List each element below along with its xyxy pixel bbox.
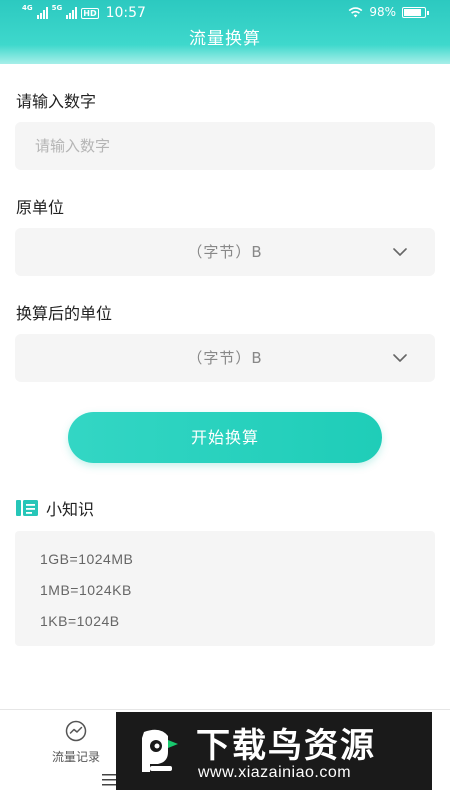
watermark-brand: 下载鸟资源: [196, 726, 376, 766]
number-label: 请输入数字: [16, 92, 97, 111]
chevron-down-icon: [393, 354, 407, 362]
number-field[interactable]: [15, 122, 435, 170]
convert-button[interactable]: 开始换算: [68, 412, 382, 463]
tips-box: 1GB=1024MB 1MB=1024KB 1KB=1024B: [15, 531, 435, 646]
signal-2-tag: 5G: [51, 4, 63, 12]
source-unit-select[interactable]: （字节）B: [15, 228, 435, 276]
source-unit-value: （字节）B: [187, 243, 263, 261]
signal-1-icon: [36, 7, 48, 19]
watermark-url: www.xiazainiao.com: [198, 764, 352, 781]
tab-label: 流量记录: [51, 750, 100, 764]
status-right: 98%: [348, 5, 429, 19]
bird-logo-icon: [130, 722, 188, 780]
signal-1-tag: 4G: [22, 4, 33, 12]
target-unit-label: 换算后的单位: [16, 304, 113, 323]
number-input[interactable]: [15, 122, 435, 170]
source-unit-label: 原单位: [16, 198, 65, 217]
tab-traffic-record[interactable]: 流量记录: [38, 720, 114, 765]
hd-badge: HD: [81, 7, 99, 19]
tip-item: 1MB=1024KB: [40, 582, 132, 598]
page-title: 流量换算: [189, 29, 261, 49]
chevron-down-icon: [393, 248, 407, 256]
signal-2-icon: [66, 7, 78, 19]
battery-icon: [402, 6, 429, 18]
chart-circle-icon: [65, 720, 87, 742]
battery-percent: 98%: [369, 5, 396, 19]
tip-item: 1GB=1024MB: [40, 551, 134, 567]
notebook-icon: [16, 500, 38, 516]
tips-title: 小知识: [46, 500, 95, 519]
target-unit-select[interactable]: （字节）B: [15, 334, 435, 382]
status-left: 4G 5G HD 10:57: [22, 4, 146, 22]
watermark-banner: 下载鸟资源 www.xiazainiao.com: [116, 712, 432, 790]
status-bar: 4G 5G HD 10:57 98%: [0, 0, 450, 26]
tips-header: 小知识: [16, 496, 94, 520]
tip-item: 1KB=1024B: [40, 613, 120, 629]
app-header: 4G 5G HD 10:57 98% 流量换算: [0, 0, 450, 64]
wifi-icon: [348, 6, 363, 17]
target-unit-value: （字节）B: [187, 349, 263, 367]
status-time: 10:57: [105, 5, 146, 21]
